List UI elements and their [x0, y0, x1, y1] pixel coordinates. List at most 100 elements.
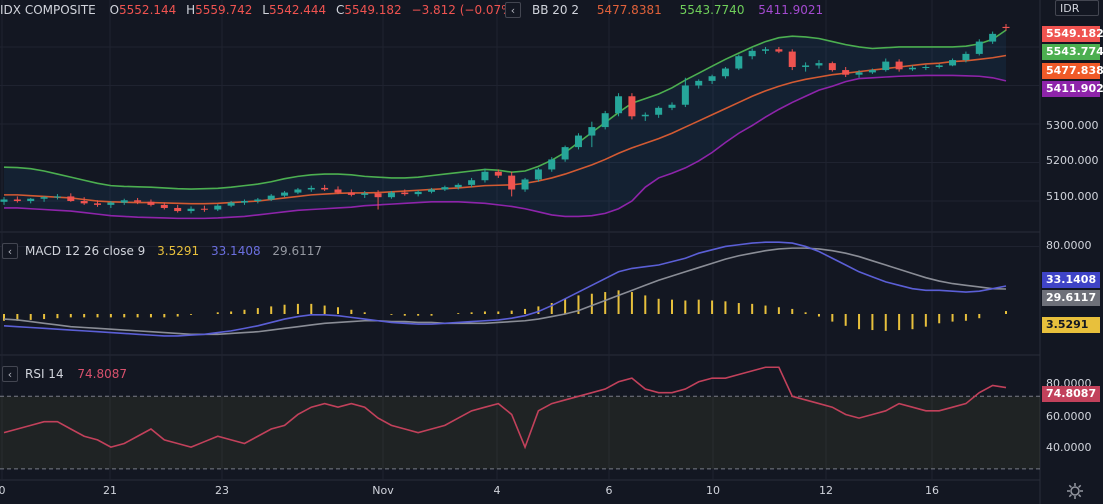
candle-body: [855, 72, 863, 75]
candle-body: [321, 187, 329, 190]
candle-body: [762, 49, 770, 51]
open-label: O: [109, 3, 120, 17]
time-axis-tick: 6: [605, 484, 613, 497]
candle-body: [895, 61, 903, 70]
macd-signal-line: [3, 247, 1007, 336]
chevron-left-icon: ‹: [510, 3, 516, 17]
rsi-name[interactable]: RSI 14: [25, 367, 64, 381]
bb-upper-tag: 5543.774: [1042, 44, 1103, 60]
candle-body: [494, 171, 502, 176]
candle-body: [721, 68, 729, 77]
candle-body: [307, 187, 315, 190]
candle-body: [908, 67, 916, 70]
candle-body: [842, 70, 850, 75]
candle-body: [975, 41, 983, 54]
low-value: 5542.444: [268, 3, 327, 17]
macd-name[interactable]: MACD 12 26 close 9: [25, 244, 145, 258]
time-axis-tick: 23: [215, 484, 229, 497]
candle-body: [94, 203, 102, 205]
time-axis-tick: 10: [706, 484, 720, 497]
candle-body: [922, 66, 930, 68]
macd-value: 33.1408: [210, 244, 261, 258]
bb-basis-tag: 5477.838: [1042, 63, 1103, 79]
collapse-legend-button[interactable]: ‹: [505, 2, 521, 18]
candle-body: [962, 53, 970, 61]
rsi-legend: RSI 14 74.8087: [25, 366, 133, 382]
close-value: 5549.182: [344, 3, 402, 17]
candle-body: [294, 189, 302, 193]
candle-body: [668, 104, 676, 108]
macd-collapse-button[interactable]: ‹: [2, 243, 18, 259]
bb-lower-value: 5411.9021: [758, 3, 824, 17]
symbol-name[interactable]: IDX COMPOSITE: [0, 3, 96, 17]
currency-selector[interactable]: IDR: [1055, 0, 1099, 16]
candle-body: [641, 114, 649, 117]
symbol-legend: IDX COMPOSITE O5552.144 H5559.742 L5542.…: [0, 2, 523, 18]
candle-body: [120, 200, 128, 203]
candle-body: [227, 202, 235, 206]
candle-body: [214, 205, 222, 210]
candle-body: [27, 198, 35, 202]
candle-body: [681, 85, 689, 105]
candle-body: [949, 60, 957, 66]
candle-body: [387, 192, 395, 198]
candle-body: [334, 189, 342, 193]
macd-axis-tick: 80.0000: [1046, 239, 1092, 252]
candle-body: [1002, 26, 1010, 29]
candle-body: [454, 184, 462, 188]
candle-body: [347, 192, 355, 195]
candle-body: [615, 96, 623, 114]
price-axis-tick: 5300.000: [1046, 119, 1099, 132]
high-value: 5559.742: [195, 3, 253, 17]
price-axis-tick: 5100.000: [1046, 190, 1099, 203]
change-value: −3.812 (−0.07%): [411, 3, 518, 17]
settings-gear-icon[interactable]: [1066, 482, 1084, 500]
candle-body: [160, 204, 168, 208]
rsi-collapse-button[interactable]: ‹: [2, 366, 18, 382]
candle-body: [508, 175, 516, 190]
candle-body: [588, 127, 596, 136]
candle-body: [174, 207, 182, 212]
chevron-left-icon: ‹: [7, 244, 13, 258]
candle-body: [468, 180, 476, 185]
candle-body: [40, 197, 48, 199]
candle-body: [815, 63, 823, 66]
candle-body: [628, 96, 636, 117]
candle-body: [735, 56, 743, 69]
time-axis-tick: 4: [493, 484, 501, 497]
macd-legend: MACD 12 26 close 9 3.5291 33.1408 29.611…: [25, 243, 328, 259]
bb-lower-tag: 5411.902: [1042, 81, 1103, 97]
candle-body: [53, 196, 61, 198]
chart-root: IDX COMPOSITE O5552.144 H5559.742 L5542.…: [0, 0, 1103, 504]
time-axis-tick: 21: [103, 484, 117, 497]
candle-body: [695, 80, 703, 86]
macd-signal-value: 29.6117: [272, 244, 323, 258]
candle-body: [481, 171, 489, 181]
price-axis-tick: 5200.000: [1046, 154, 1099, 167]
candle-body: [828, 63, 836, 71]
candle-body: [748, 50, 756, 57]
bb-name[interactable]: BB 20 2: [532, 3, 579, 17]
candle-body: [147, 201, 155, 205]
bb-legend: BB 20 2 5477.8381 5543.7740 5411.9021: [532, 2, 829, 18]
candle-body: [80, 201, 88, 204]
candle-body: [655, 107, 663, 115]
candle-body: [107, 202, 115, 205]
rsi-value: 74.8087: [77, 367, 128, 381]
candle-body: [67, 196, 75, 202]
rsi-pane[interactable]: [0, 366, 1040, 470]
candle-body: [254, 199, 262, 202]
chevron-left-icon: ‹: [7, 367, 13, 381]
candle-body: [989, 33, 997, 42]
candle-body: [775, 49, 783, 52]
candle-body: [935, 65, 943, 67]
candle-body: [561, 147, 569, 160]
price-pane[interactable]: [0, 23, 1040, 220]
rsi-tag: 74.8087: [1042, 386, 1100, 402]
high-label: H: [186, 3, 196, 17]
candle-body: [521, 179, 529, 190]
candle-body: [374, 193, 382, 198]
candle-body: [882, 61, 890, 71]
candle-body: [401, 192, 409, 195]
time-axis-tick: Nov: [372, 484, 394, 497]
